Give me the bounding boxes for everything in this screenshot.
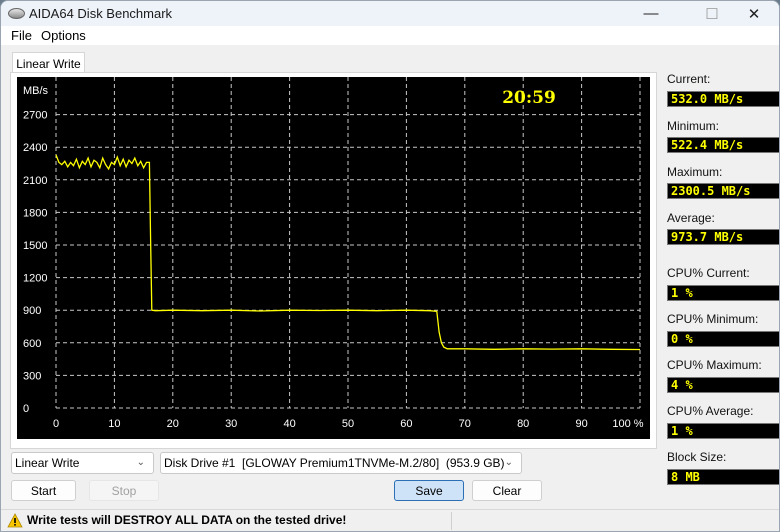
- y-tick-label: 900: [23, 305, 41, 317]
- y-axis-label: MB/s: [23, 85, 49, 97]
- close-button[interactable]: ✕: [731, 1, 777, 26]
- chevron-down-icon: ⌄: [504, 457, 513, 468]
- title-bar: AIDA64 Disk Benchmark — ☐ ✕: [1, 1, 779, 26]
- elapsed-timer: 20:59: [502, 88, 556, 108]
- average-value: 973.7 MB/s: [667, 229, 779, 245]
- cpu-current-value: 1 %: [667, 285, 779, 301]
- y-tick-label: 1500: [23, 240, 47, 252]
- y-tick-label: 2100: [23, 175, 47, 187]
- cpu-minimum-label: CPU% Minimum:: [667, 312, 759, 326]
- x-tick-label: 70: [459, 418, 471, 430]
- x-tick-label: 20: [167, 418, 179, 430]
- y-tick-label: 2700: [23, 110, 47, 122]
- cpu-minimum-value: 0 %: [667, 331, 779, 347]
- benchmark-chart: 0 10 20 30 40 50 60 70 80 90 100 % 0 300 600 900 1200 15…: [17, 77, 650, 439]
- cpu-maximum-label: CPU% Maximum:: [667, 358, 762, 372]
- x-tick-label: 10: [108, 418, 120, 430]
- x-tick-label: 90: [575, 418, 587, 430]
- menu-file[interactable]: File: [11, 28, 32, 43]
- test-type-value: Linear Write: [15, 456, 80, 470]
- chart-svg: 0 10 20 30 40 50 60 70 80 90 100 % 0 300 600 900 1200 15…: [23, 77, 644, 430]
- x-tick-label: 40: [283, 418, 295, 430]
- warning-icon: [7, 513, 23, 528]
- app-window: AIDA64 Disk Benchmark — ☐ ✕ File Options…: [0, 0, 780, 532]
- block-size-label: Block Size:: [667, 450, 727, 464]
- current-label: Current:: [667, 72, 711, 86]
- y-tick-label: 1200: [23, 273, 47, 285]
- minimum-label: Minimum:: [667, 119, 720, 133]
- chevron-down-icon: ⌄: [136, 457, 145, 468]
- cpu-average-label: CPU% Average:: [667, 404, 754, 418]
- status-separator: [451, 512, 452, 530]
- drive-select[interactable]: Disk Drive #1 [GLOWAY Premium1TNVMe-M.2/…: [160, 452, 522, 474]
- x-tick-label: 80: [517, 418, 529, 430]
- y-tick-label: 2400: [23, 142, 47, 154]
- average-label: Average:: [667, 211, 715, 225]
- minimize-button[interactable]: —: [628, 1, 674, 26]
- maximum-value: 2300.5 MB/s: [667, 183, 779, 199]
- y-tick-label: 1800: [23, 207, 47, 219]
- y-tick-label: 300: [23, 370, 41, 382]
- start-button[interactable]: Start: [11, 480, 76, 501]
- x-tick-label: 0: [53, 418, 59, 430]
- window-title: AIDA64 Disk Benchmark: [29, 6, 173, 21]
- x-tick-label: 100 %: [612, 418, 643, 430]
- block-size-value: 8 MB: [667, 469, 779, 485]
- y-tick-label: 0: [23, 403, 29, 415]
- current-value: 532.0 MB/s: [667, 91, 779, 107]
- maximum-label: Maximum:: [667, 165, 723, 179]
- status-message: Write tests will DESTROY ALL DATA on the…: [27, 513, 347, 527]
- drive-value: Disk Drive #1 [GLOWAY Premium1TNVMe-M.2/…: [164, 456, 505, 470]
- tab-linear-write[interactable]: Linear Write: [12, 52, 85, 74]
- clear-button[interactable]: Clear: [472, 480, 542, 501]
- menu-options[interactable]: Options: [41, 28, 86, 43]
- x-tick-label: 50: [342, 418, 354, 430]
- cpu-current-label: CPU% Current:: [667, 266, 750, 280]
- cpu-maximum-value: 4 %: [667, 377, 779, 393]
- cpu-average-value: 1 %: [667, 423, 779, 439]
- x-tick-label: 60: [400, 418, 412, 430]
- x-tick-label: 30: [225, 418, 237, 430]
- menu-bar: File Options: [1, 26, 779, 45]
- stop-button[interactable]: Stop: [89, 480, 159, 501]
- test-type-select[interactable]: Linear Write ⌄: [11, 452, 154, 474]
- maximize-button[interactable]: ☐: [689, 1, 735, 26]
- minimum-value: 522.4 MB/s: [667, 137, 779, 153]
- y-tick-label: 600: [23, 338, 41, 350]
- disk-icon: [8, 8, 25, 19]
- status-bar: Write tests will DESTROY ALL DATA on the…: [1, 509, 779, 531]
- save-button[interactable]: Save: [394, 480, 464, 501]
